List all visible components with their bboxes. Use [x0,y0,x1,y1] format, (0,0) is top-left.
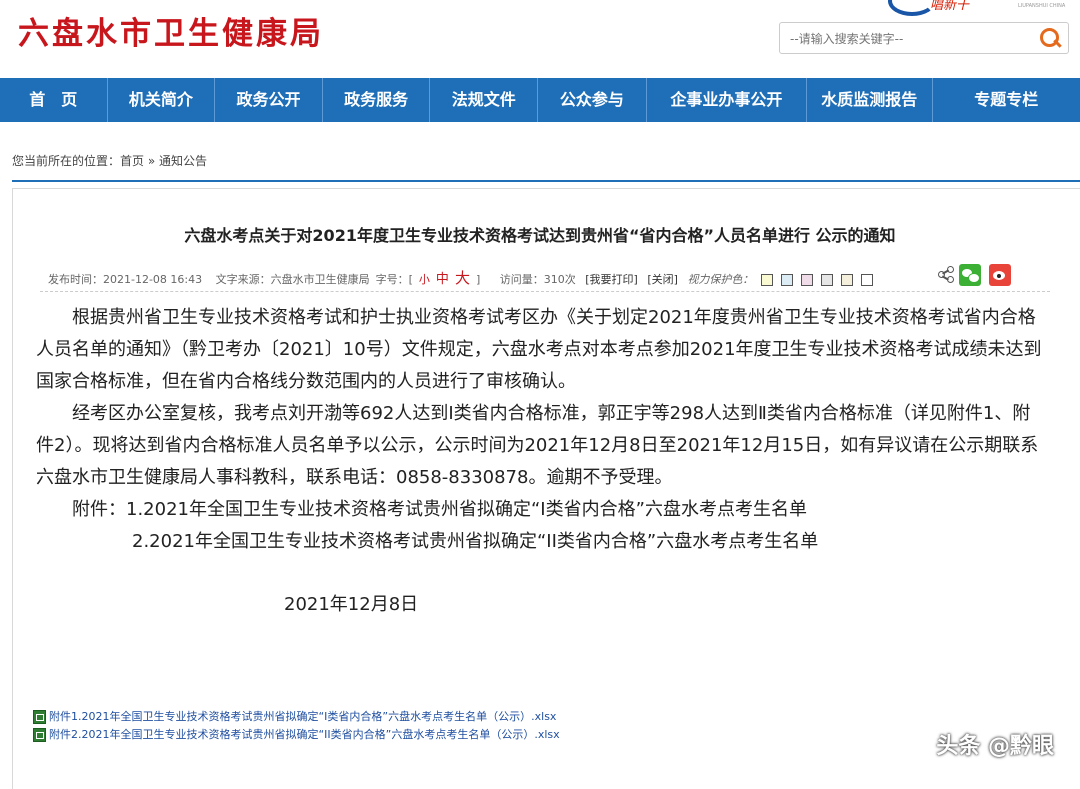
article-meta: 发布时间：2021-12-08 16:43 文字来源：六盘水市卫生健康局 字号：[… [48,267,879,288]
logo-icon [888,0,936,16]
attachment-file-link[interactable]: 附件2.2021年全国卫生专业技术资格考试贵州省拟确定“II类省内合格”六盘水考… [33,726,560,742]
search-button[interactable] [1038,26,1062,50]
color-swatch-3[interactable] [801,274,814,286]
paragraph: 经考区办公室复核，我考点刘开渤等692人达到Ⅰ类省内合格标准，郭正宇等298人达… [36,403,1039,488]
close-link[interactable]: [关闭] [647,273,678,286]
color-swatch-6[interactable] [861,274,874,286]
article-title: 六盘水考点关于对2021年度卫生专业技术资格考试达到贵州省“省内合格”人员名单进… [184,226,896,245]
attachment-file-name: 附件1.2021年全国卫生专业技术资格考试贵州省拟确定“I类省内合格”六盘水考点… [49,710,557,723]
print-link[interactable]: [我要打印] [585,273,638,286]
meta-divider [40,291,1050,292]
nav-item-regulations[interactable]: 法规文件 [430,78,539,122]
nav-item-gov-services[interactable]: 政务服务 [323,78,431,122]
breadcrumb-prefix: 您当前所在的位置： [12,154,121,168]
excel-file-icon [33,728,46,742]
font-size-large[interactable]: 大 [455,269,470,287]
breadcrumb-separator: » [144,154,160,168]
breadcrumb-current-link[interactable]: 通知公告 [159,154,207,168]
nav-item-about[interactable]: 机关简介 [108,78,216,122]
font-size-label: 字号：[ [375,273,413,286]
site-title[interactable]: 六盘水市卫生健康局 [18,8,324,53]
attachment-line: 2.2021年全国卫生专业技术资格考试贵州省拟确定“II类省内合格”六盘水考点考… [132,531,819,552]
font-size-small[interactable]: 小 [419,273,430,286]
search-input[interactable] [788,29,1032,49]
share-icon[interactable] [938,266,954,283]
color-swatch-5[interactable] [841,274,854,286]
weibo-share-icon[interactable] [989,264,1011,286]
nav-item-gov-affairs[interactable]: 政务公开 [215,78,323,122]
main-nav: 首 页 机关简介 政务公开 政务服务 法规文件 公众参与 企事业办事公开 水质监… [0,78,1080,122]
color-swatch-4[interactable] [821,274,834,286]
breadcrumb: 您当前所在的位置：首页 » 通知公告 [12,152,207,169]
nav-item-public-participation[interactable]: 公众参与 [538,78,647,122]
nav-item-enterprise[interactable]: 企事业办事公开 [647,78,808,122]
attachment-file-name: 附件2.2021年全国卫生专业技术资格考试贵州省拟确定“II类省内合格”六盘水考… [49,728,560,741]
search-box [779,22,1069,54]
nav-item-home[interactable]: 首 页 [0,78,108,122]
logo-subtext: LIUPANSHUI CHINA [1018,3,1066,9]
color-swatch-1[interactable] [761,274,774,286]
notice-date: 2021年12月8日 [284,594,419,615]
text-source: 文字来源：六盘水市卫生健康局 [215,273,370,286]
vision-protect-label: 视力保护色： [687,273,754,286]
article-body: 根据贵州省卫生专业技术资格考试和护士执业资格考试考区办《关于划定2021年度贵州… [36,302,1048,558]
font-size-medium[interactable]: 中 [436,272,449,287]
nav-item-water-quality[interactable]: 水质监测报告 [807,78,933,122]
publish-time: 发布时间：2021-12-08 16:43 [48,273,203,286]
watermark: 头条 @黔眼 [936,734,1054,759]
paragraph: 根据贵州省卫生专业技术资格考试和护士执业资格考试考区办《关于划定2021年度贵州… [36,307,1042,392]
view-count: 访问量：310次 [499,273,576,286]
site-header: 六盘水市卫生健康局 唱新干 LIUPANSHUI CHINA [0,0,1080,78]
nav-item-special[interactable]: 专题专栏 [933,78,1080,122]
color-swatch-2[interactable] [781,274,794,286]
logo-text: 唱新干 [930,0,970,13]
breadcrumb-divider [12,180,1080,182]
attachment-line: 附件：1.2021年全国卫生专业技术资格考试贵州省拟确定“I类省内合格”六盘水考… [72,499,807,520]
font-size-close: ] [475,273,481,286]
breadcrumb-home-link[interactable]: 首页 [120,154,144,168]
wechat-share-icon[interactable] [959,264,981,286]
excel-file-icon [33,710,46,724]
attachment-file-link[interactable]: 附件1.2021年全国卫生专业技术资格考试贵州省拟确定“I类省内合格”六盘水考点… [33,708,556,724]
